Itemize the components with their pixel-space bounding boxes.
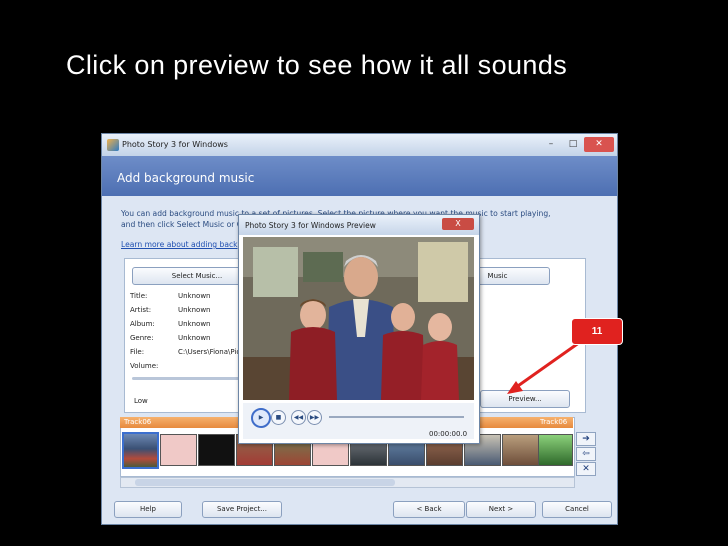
callout-arrow	[507, 333, 591, 394]
step-badge: 11	[571, 318, 623, 345]
